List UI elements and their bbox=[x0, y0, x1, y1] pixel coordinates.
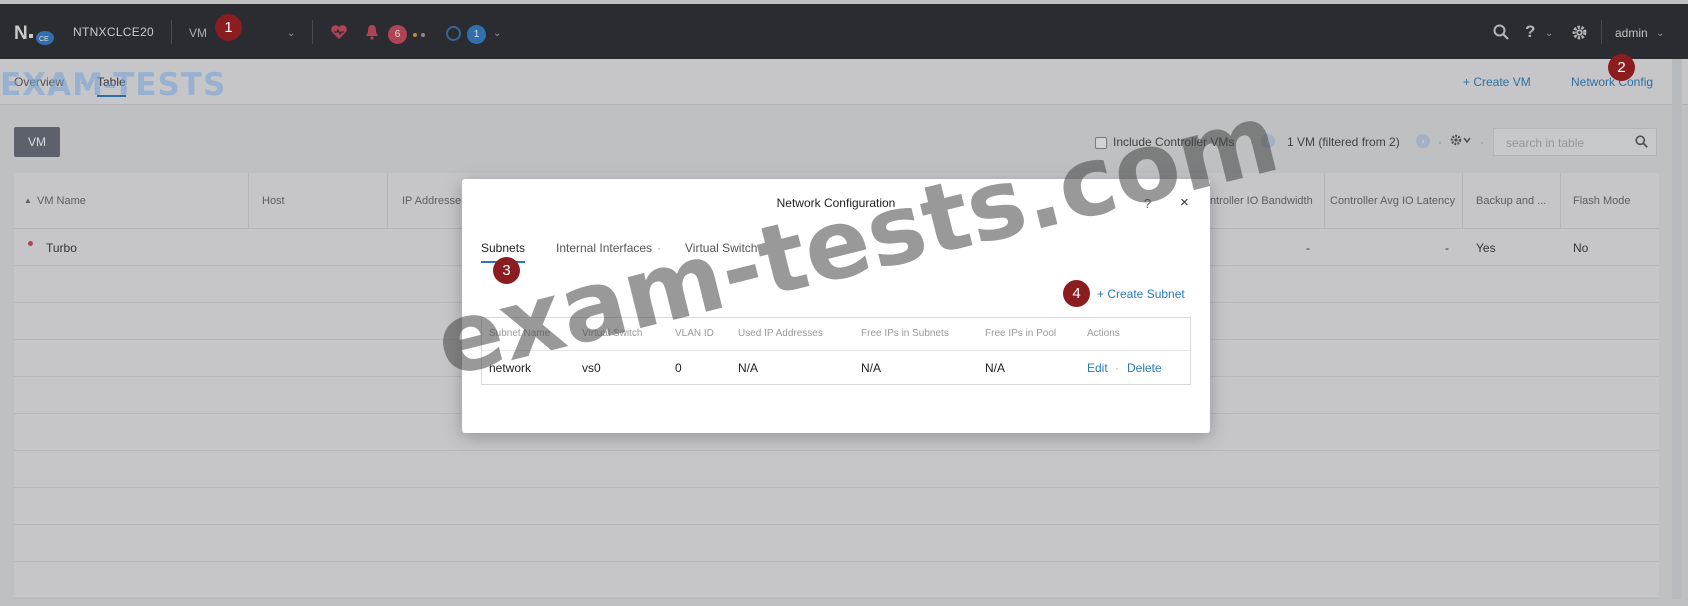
action-separator: · bbox=[1115, 361, 1119, 375]
step-badge-1: 1 bbox=[215, 14, 242, 41]
column-free-ips-in-subnets: Free IPs in Subnets bbox=[861, 328, 949, 339]
free-ips-subnets-cell: N/A bbox=[861, 361, 882, 375]
column-used-ip-addresses: Used IP Addresses bbox=[738, 328, 823, 339]
step-badge-2: 2 bbox=[1608, 54, 1635, 81]
used-ip-cell: N/A bbox=[738, 361, 759, 375]
column-actions: Actions bbox=[1087, 328, 1120, 339]
watermark-logo: EXAM-TESTS bbox=[0, 67, 227, 103]
step-badge-3: 3 bbox=[493, 257, 520, 284]
delete-subnet-link[interactable]: Delete bbox=[1127, 361, 1162, 375]
vlan-id-cell: 0 bbox=[675, 361, 682, 375]
create-subnet-link[interactable]: + Create Subnet bbox=[1097, 287, 1185, 301]
column-free-ips-in-pool: Free IPs in Pool bbox=[985, 328, 1057, 339]
edit-subnet-link[interactable]: Edit bbox=[1087, 361, 1108, 375]
step-badge-4: 4 bbox=[1063, 280, 1090, 307]
free-ips-pool-cell: N/A bbox=[985, 361, 1006, 375]
